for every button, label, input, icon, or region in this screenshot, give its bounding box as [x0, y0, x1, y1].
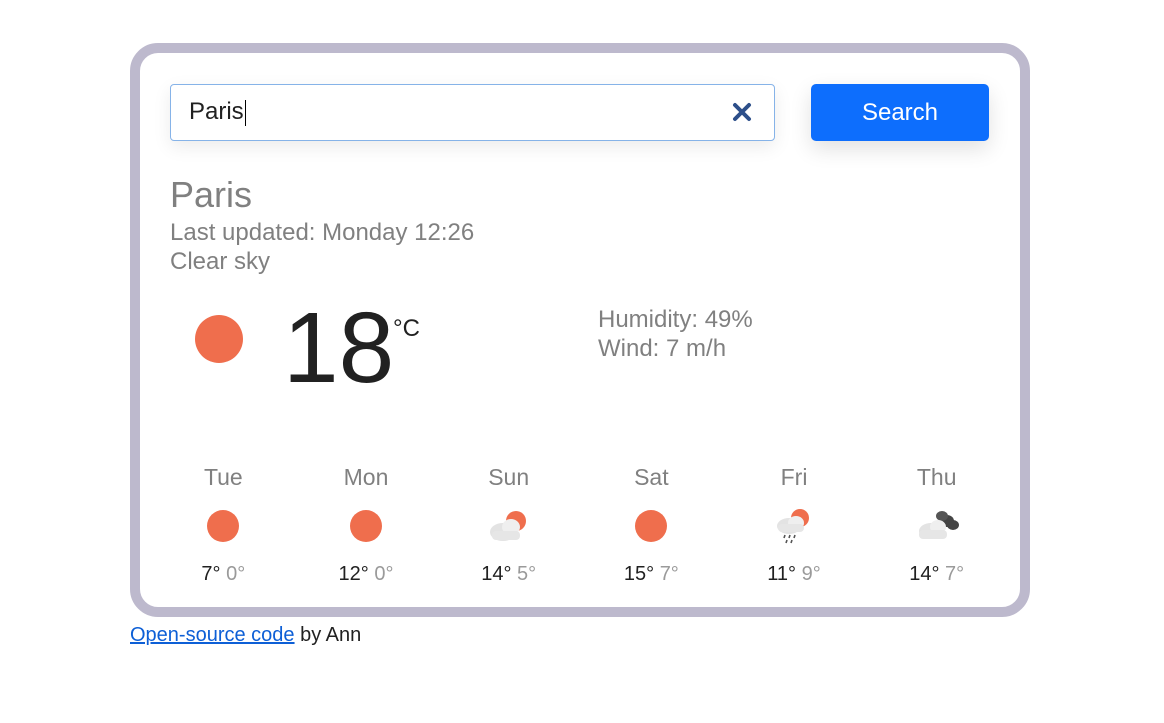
source-code-link[interactable]: Open-source code: [130, 624, 295, 646]
forecast-temps: 7° 0°: [152, 563, 295, 586]
forecast-max: 14°: [481, 563, 512, 585]
sun-icon: [635, 510, 668, 542]
author-text: by Ann: [294, 624, 362, 646]
temperature-unit[interactable]: °C: [393, 315, 420, 343]
forecast-max: 14°: [909, 563, 940, 585]
forecast-max: 11°: [767, 563, 797, 585]
forecast-day-name: Fri: [780, 464, 808, 490]
forecast-day: Mon 12° 0°: [295, 462, 438, 585]
forecast-max: 15°: [623, 563, 655, 585]
forecast-temps: 14° 7°: [865, 563, 1008, 586]
forecast-day-name: Tue: [203, 464, 243, 490]
forecast-day-name: Mon: [343, 464, 389, 490]
current-temperature: 18: [283, 292, 395, 404]
city-name: Paris: [170, 174, 253, 215]
forecast-day: Sat 15° 7°: [580, 462, 723, 585]
cloudy-icon: [918, 511, 959, 539]
humidity: Humidity: 49%: [598, 306, 753, 333]
forecast-min: 7°: [945, 563, 965, 585]
forecast-day-name: Thu: [916, 464, 957, 490]
forecast-day: Fri 11° 9°: [723, 462, 866, 585]
forecast-day: Sun 14° 5°: [437, 462, 580, 585]
forecast-min: 7°: [659, 563, 679, 585]
forecast-day: Tue 7° 0°: [152, 462, 295, 585]
footer: Open-source code by Ann: [130, 624, 361, 647]
forecast-max: 7°: [201, 563, 221, 585]
rain-sun-icon: [777, 509, 810, 544]
last-updated: Last updated: Monday 12:26: [170, 219, 475, 246]
forecast-day-name: Sat: [634, 464, 669, 490]
wind: Wind: 7 m/h: [598, 335, 727, 362]
forecast-min: 0°: [374, 563, 394, 585]
forecast-day: Thu 14° 7°: [865, 462, 1008, 585]
sun-icon: [350, 510, 382, 542]
search-button[interactable]: Search: [811, 84, 989, 141]
weather-card: Search Paris Last updated: Monday 12:26 …: [130, 43, 1030, 617]
forecast-temps: 14° 5°: [437, 563, 580, 586]
search-input-wrapper: [170, 84, 775, 141]
forecast-min: 0°: [226, 563, 246, 585]
forecast-max: 12°: [338, 563, 369, 585]
forecast-temps: 12° 0°: [295, 563, 438, 586]
forecast-min: 9°: [801, 563, 821, 585]
clear-icon[interactable]: [729, 99, 755, 125]
search-input[interactable]: [189, 93, 709, 131]
forecast-list: Tue 7° 0° Mon 12° 0° Sun 14° 5° Sat 15° …: [152, 462, 1008, 585]
forecast-temps: 15° 7°: [580, 563, 723, 586]
weather-description: Clear sky: [170, 248, 271, 275]
forecast-day-name: Sun: [488, 464, 530, 490]
search-form: Search: [170, 84, 990, 142]
partly-cloudy-icon: [489, 511, 526, 541]
forecast-min: 5°: [517, 563, 537, 585]
sun-icon: [195, 315, 243, 363]
sun-icon: [207, 510, 240, 542]
forecast-temps: 11° 9°: [723, 563, 866, 586]
text-caret: [245, 100, 246, 126]
